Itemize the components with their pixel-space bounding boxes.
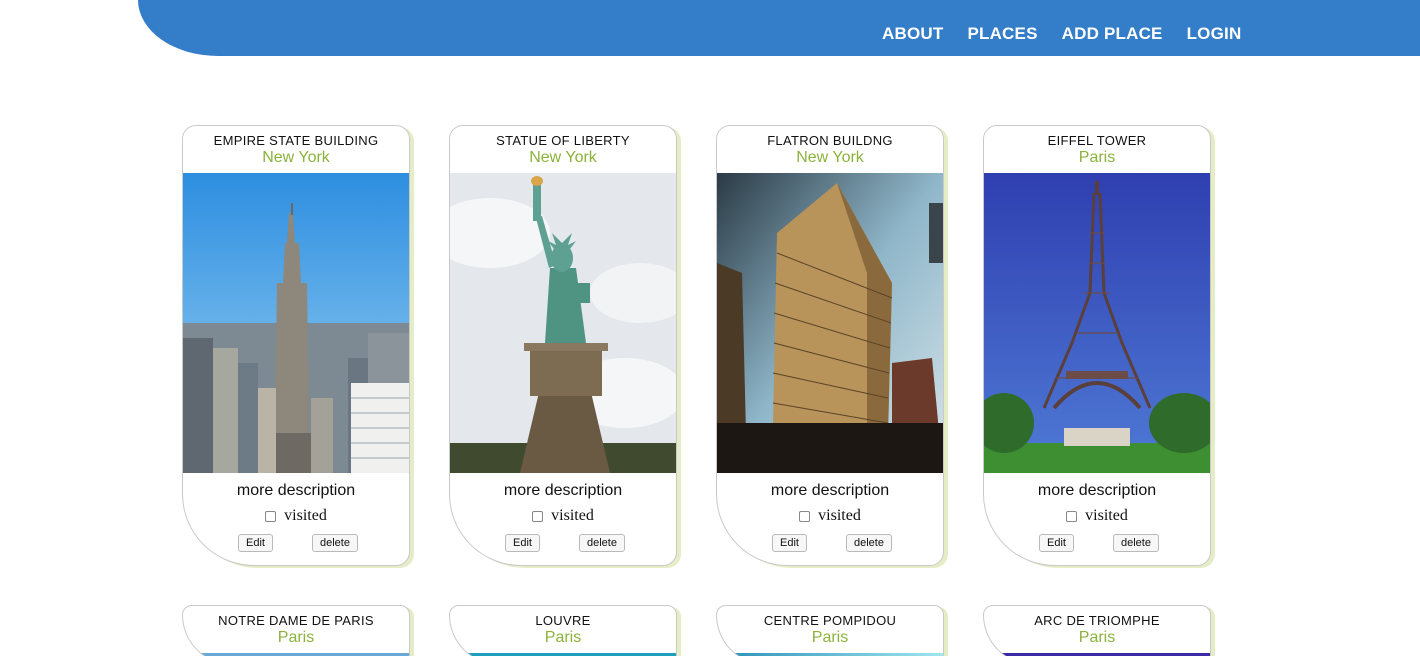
visited-row: visited (984, 507, 1210, 525)
place-card: LOUVRE Paris (449, 605, 677, 656)
card-header: CENTRE POMPIDOU Paris (717, 606, 943, 653)
visited-label: visited (551, 507, 594, 524)
delete-button[interactable]: delete (845, 534, 892, 552)
card-city: New York (796, 149, 864, 166)
visited-checkbox[interactable] (265, 510, 277, 522)
delete-button[interactable]: delete (1112, 534, 1159, 552)
card-description: more description (236, 482, 356, 499)
card-actions: Edit delete (183, 534, 409, 552)
card-title: EIFFEL TOWER (1047, 133, 1147, 148)
card-header: EMPIRE STATE BUILDING New York (183, 126, 409, 173)
edit-button[interactable]: Edit (772, 534, 807, 552)
empire-state-building-photo (183, 173, 409, 473)
visited-label: visited (1085, 507, 1128, 524)
visited-checkbox[interactable] (532, 510, 544, 522)
nav-add-place[interactable]: ADD PLACE (1062, 24, 1163, 44)
visited-row: visited (450, 507, 676, 525)
nav-about[interactable]: ABOUT (882, 24, 943, 44)
card-header: EIFFEL TOWER Paris (984, 126, 1210, 173)
nav-login[interactable]: LOGIN (1187, 24, 1242, 44)
card-header: NOTRE DAME DE PARIS Paris (183, 606, 409, 653)
card-city: Paris (1078, 629, 1116, 646)
card-description: more description (1037, 482, 1157, 499)
visited-label: visited (284, 507, 327, 524)
card-title: EMPIRE STATE BUILDING (213, 133, 379, 148)
place-card: NOTRE DAME DE PARIS Paris (182, 605, 410, 656)
card-city: Paris (811, 629, 849, 646)
card-title: LOUVRE (535, 613, 591, 628)
place-card: STATUE OF LIBERTY New York more descript… (449, 125, 677, 566)
card-description: more description (503, 482, 623, 499)
delete-button[interactable]: delete (578, 534, 625, 552)
statue-of-liberty-photo (450, 173, 676, 473)
nav-places[interactable]: PLACES (967, 24, 1037, 44)
flatiron-building-photo (717, 173, 943, 473)
card-header: LOUVRE Paris (450, 606, 676, 653)
visited-row: visited (717, 507, 943, 525)
visited-label: visited (818, 507, 861, 524)
visited-checkbox[interactable] (1066, 510, 1078, 522)
visited-row: visited (183, 507, 409, 525)
place-card: EMPIRE STATE BUILDING New York more desc… (182, 125, 410, 566)
card-title: NOTRE DAME DE PARIS (218, 613, 374, 628)
card-city: Paris (1078, 149, 1116, 166)
card-title: FLATRON BUILDNG (767, 133, 893, 148)
visited-checkbox[interactable] (799, 510, 811, 522)
eiffel-tower-photo (984, 173, 1210, 473)
card-title: ARC DE TRIOMPHE (1034, 613, 1160, 628)
card-actions: Edit delete (984, 534, 1210, 552)
card-header: ARC DE TRIOMPHE Paris (984, 606, 1210, 653)
edit-button[interactable]: Edit (1039, 534, 1074, 552)
card-actions: Edit delete (450, 534, 676, 552)
card-city: Paris (277, 629, 315, 646)
card-city: Paris (544, 629, 582, 646)
place-card: FLATRON BUILDNG New York more descriptio… (716, 125, 944, 566)
card-header: FLATRON BUILDNG New York (717, 126, 943, 173)
card-city: New York (262, 149, 330, 166)
place-card: EIFFEL TOWER Paris more description visi… (983, 125, 1211, 566)
delete-button[interactable]: delete (311, 534, 358, 552)
card-description: more description (770, 482, 890, 499)
card-city: New York (529, 149, 597, 166)
main-nav: ABOUT PLACES ADD PLACE LOGIN (882, 24, 1241, 44)
card-title: STATUE OF LIBERTY (496, 133, 630, 148)
card-title: CENTRE POMPIDOU (763, 613, 897, 628)
card-actions: Edit delete (717, 534, 943, 552)
place-card: ARC DE TRIOMPHE Paris (983, 605, 1211, 656)
card-header: STATUE OF LIBERTY New York (450, 126, 676, 173)
edit-button[interactable]: Edit (505, 534, 540, 552)
edit-button[interactable]: Edit (238, 534, 273, 552)
place-card: CENTRE POMPIDOU Paris (716, 605, 944, 656)
